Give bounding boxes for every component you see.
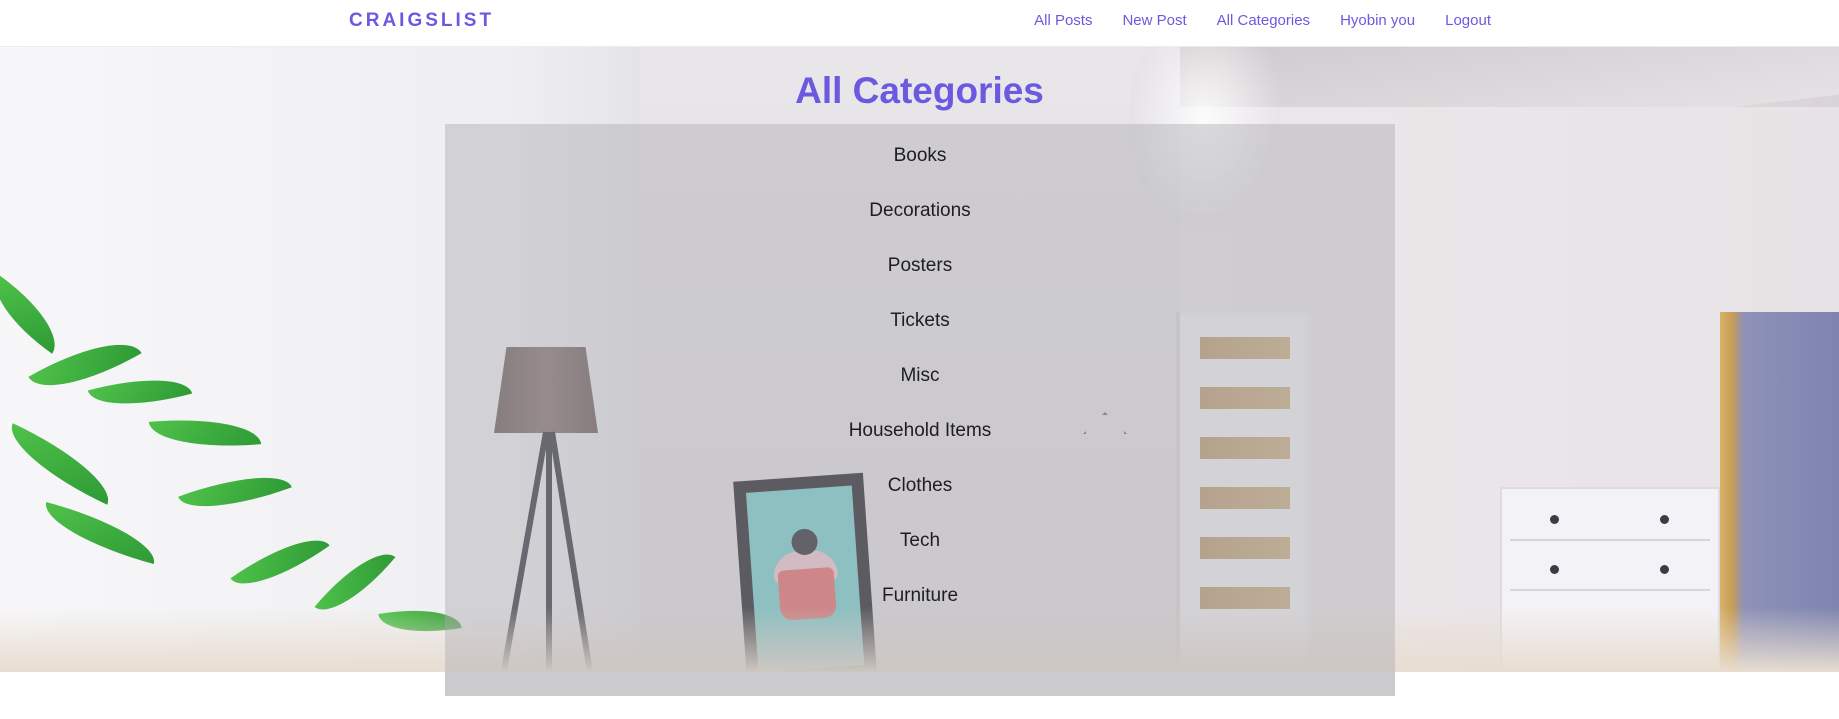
category-list: Books Decorations Posters Tickets Misc H… [445, 144, 1395, 639]
nav-link-all-categories[interactable]: All Categories [1217, 12, 1310, 29]
category-item: Misc [445, 364, 1395, 419]
dresser-drawer [1510, 549, 1710, 591]
category-item: Furniture [445, 584, 1395, 639]
nav-link-new-post[interactable]: New Post [1122, 12, 1186, 29]
brand-logo-link[interactable]: CRAIGSLIST [349, 10, 494, 32]
dresser-drawer [1510, 499, 1710, 541]
nav-links: All Posts New Post All Categories Hyobin… [1034, 12, 1491, 29]
navbar: CRAIGSLIST All Posts New Post All Catego… [0, 0, 1839, 47]
category-link-misc[interactable]: Misc [900, 364, 939, 388]
drawer-knob [1550, 565, 1559, 574]
category-link-tech[interactable]: Tech [900, 529, 940, 553]
drawer-knob [1660, 515, 1669, 524]
category-item: Tickets [445, 309, 1395, 364]
category-link-clothes[interactable]: Clothes [888, 474, 952, 498]
category-item: Posters [445, 254, 1395, 309]
nav-link-logout[interactable]: Logout [1445, 12, 1491, 29]
category-item: Decorations [445, 199, 1395, 254]
categories-panel: Books Decorations Posters Tickets Misc H… [445, 124, 1395, 696]
page-title: All Categories [795, 70, 1044, 111]
category-link-tickets[interactable]: Tickets [890, 309, 949, 333]
drawer-knob [1550, 515, 1559, 524]
category-item: Books [445, 144, 1395, 199]
category-item: Tech [445, 529, 1395, 584]
category-link-decorations[interactable]: Decorations [869, 199, 970, 223]
category-item: Clothes [445, 474, 1395, 529]
category-link-furniture[interactable]: Furniture [882, 584, 958, 608]
category-link-books[interactable]: Books [894, 144, 947, 168]
nav-link-all-posts[interactable]: All Posts [1034, 12, 1092, 29]
category-item: Household Items [445, 419, 1395, 474]
category-link-household-items[interactable]: Household Items [849, 419, 992, 443]
nav-link-user-profile[interactable]: Hyobin you [1340, 12, 1415, 29]
category-link-posters[interactable]: Posters [888, 254, 952, 278]
drawer-knob [1660, 565, 1669, 574]
